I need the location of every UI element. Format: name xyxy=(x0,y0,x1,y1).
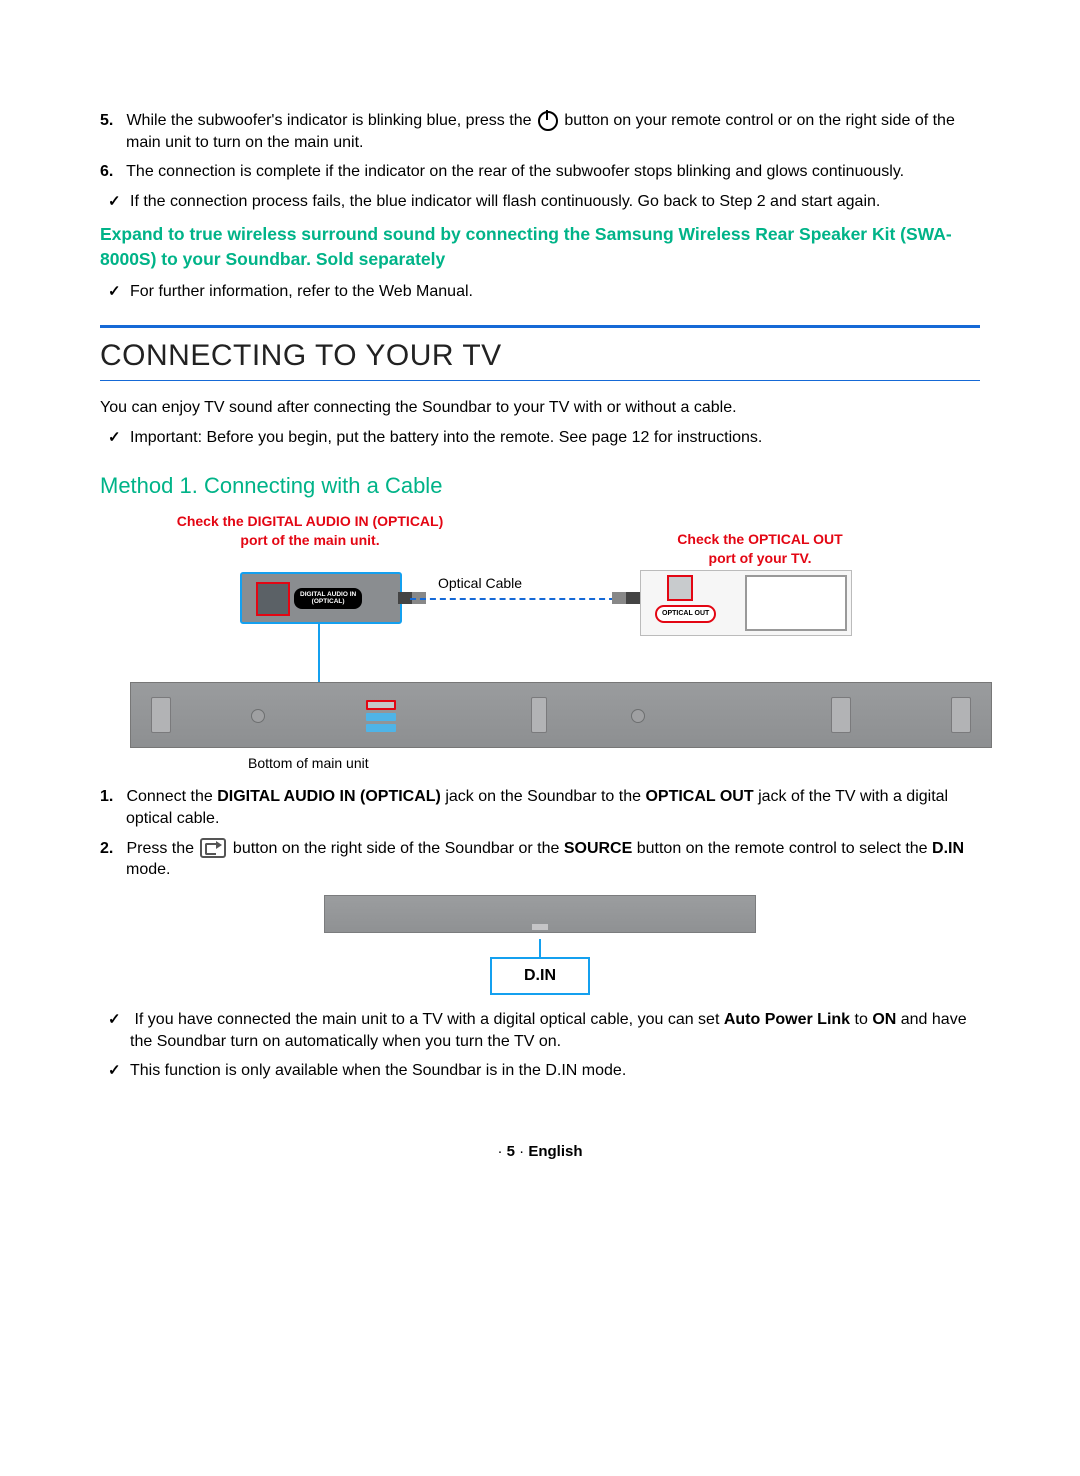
soundbar-slot-icon xyxy=(831,697,851,733)
optical-out-badge: OPTICAL OUT xyxy=(655,605,716,622)
section-heading: CONNECTING TO YOUR TV xyxy=(100,336,980,377)
din-display-label: D.IN xyxy=(490,957,590,995)
tv-box: OPTICAL OUT xyxy=(640,570,852,636)
section-intro: You can enjoy TV sound after connecting … xyxy=(100,397,980,419)
section-divider-bottom xyxy=(100,380,980,381)
method1-step-1: 1. Connect the DIGITAL AUDIO IN (OPTICAL… xyxy=(100,786,980,829)
cable-plug-right-icon xyxy=(612,592,640,604)
screw-icon xyxy=(251,709,265,723)
step-6-number: 6. xyxy=(100,161,122,183)
soundbar-bottom-view xyxy=(130,682,992,748)
digital-audio-in-port-label: DIGITAL AUDIO IN(OPTICAL) xyxy=(294,588,362,608)
check-web-manual: For further information, refer to the We… xyxy=(130,281,980,303)
bottom-of-main-unit-label: Bottom of main unit xyxy=(248,754,369,773)
din-mode-figure: D.IN xyxy=(100,895,980,995)
check-connection-fail: If the connection process fails, the blu… xyxy=(130,191,980,213)
soundbar-ports-group xyxy=(366,697,426,733)
source-button-icon xyxy=(200,838,226,858)
callout-digital-audio-in: Check the DIGITAL AUDIO IN (OPTICAL)port… xyxy=(170,512,450,548)
din-leader-line xyxy=(539,939,541,959)
page-footer: · 5 · English xyxy=(100,1142,980,1162)
step-5-text-a: While the subwoofer's indicator is blink… xyxy=(126,112,535,129)
step-2-number: 2. xyxy=(100,838,122,860)
page-language: English xyxy=(528,1143,582,1160)
soundbar-slot-icon xyxy=(951,697,971,733)
soundbar-optical-port-icon xyxy=(366,700,396,710)
step-5-number: 5. xyxy=(100,110,122,132)
page-number: 5 xyxy=(507,1143,515,1160)
leader-line xyxy=(318,622,320,688)
digital-audio-in-port-icon xyxy=(256,582,290,616)
step-1-number: 1. xyxy=(100,786,122,808)
wireless-kit-callout: Expand to true wireless surround sound b… xyxy=(100,222,980,271)
power-icon xyxy=(538,111,558,131)
optical-cable-label: Optical Cable xyxy=(438,574,522,593)
step-5: 5. While the subwoofer's indicator is bl… xyxy=(100,110,980,153)
soundbar-port-zoom: DIGITAL AUDIO IN(OPTICAL) xyxy=(240,572,402,624)
tv-optical-port-icon xyxy=(667,575,693,601)
step-6: 6. The connection is complete if the ind… xyxy=(100,161,980,183)
soundbar-front-icon xyxy=(324,895,756,933)
check-auto-power-link: If you have connected the main unit to a… xyxy=(130,1009,980,1052)
soundbar-port-icon xyxy=(366,713,396,721)
soundbar-slot-icon xyxy=(151,697,171,733)
method1-step-2: 2. Press the button on the right side of… xyxy=(100,838,980,881)
check-battery-note: Important: Before you begin, put the bat… xyxy=(130,427,980,449)
screw-icon xyxy=(631,709,645,723)
method-1-heading: Method 1. Connecting with a Cable xyxy=(100,471,980,501)
check-din-only: This function is only available when the… xyxy=(130,1060,980,1082)
soundbar-slot-icon xyxy=(531,697,547,733)
connection-diagram: Check the DIGITAL AUDIO IN (OPTICAL)port… xyxy=(130,512,990,782)
tv-screen-icon xyxy=(745,575,847,631)
section-divider-top xyxy=(100,325,980,328)
cable-line xyxy=(410,598,625,600)
step-6-text: The connection is complete if the indica… xyxy=(126,163,904,180)
callout-optical-out: Check the OPTICAL OUTport of your TV. xyxy=(650,530,870,566)
soundbar-port-icon xyxy=(366,724,396,732)
